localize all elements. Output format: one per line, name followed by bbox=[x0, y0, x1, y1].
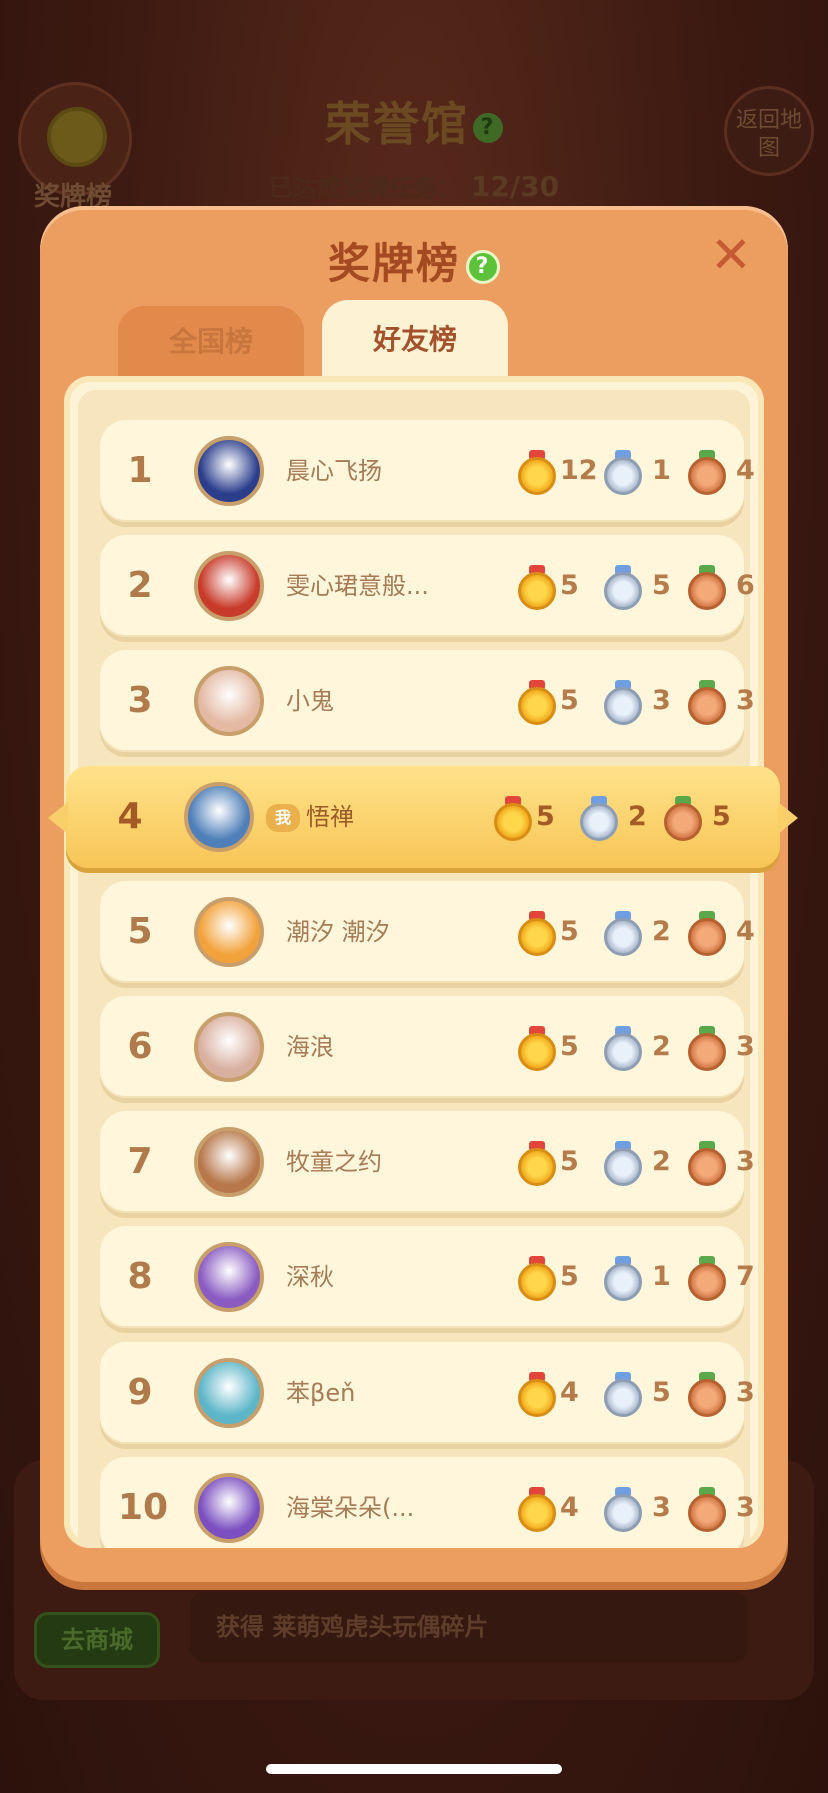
reward-text: 获得 莱萌鸡虎头玩偶碎片 bbox=[190, 1592, 748, 1662]
hall-title: 荣誉馆? bbox=[0, 88, 828, 154]
modal-title: 奖牌榜? bbox=[40, 230, 788, 291]
progress-text: 已达成奖牌任务： 12/30 bbox=[0, 168, 828, 203]
hall-title-text: 荣誉馆 bbox=[325, 97, 469, 151]
progress-label: 已达成奖牌任务： bbox=[268, 174, 461, 202]
go-shop-button[interactable]: 去商城 bbox=[34, 1612, 160, 1668]
leaderboard-modal: 奖牌榜? ✕ 全国榜 好友榜 bbox=[40, 206, 788, 1582]
ranking-list[interactable] bbox=[64, 376, 764, 1548]
back-to-map-button[interactable]: 返回地图 bbox=[724, 86, 814, 176]
ranking-list-bg bbox=[78, 390, 750, 1548]
home-indicator bbox=[266, 1764, 562, 1774]
close-icon[interactable]: ✕ bbox=[706, 230, 756, 280]
help-icon[interactable]: ? bbox=[466, 249, 500, 284]
hall-help-icon: ? bbox=[473, 112, 503, 143]
progress-value: 12/30 bbox=[470, 170, 560, 203]
modal-title-text: 奖牌榜 bbox=[327, 239, 460, 288]
tab-national[interactable]: 全国榜 bbox=[118, 302, 304, 382]
